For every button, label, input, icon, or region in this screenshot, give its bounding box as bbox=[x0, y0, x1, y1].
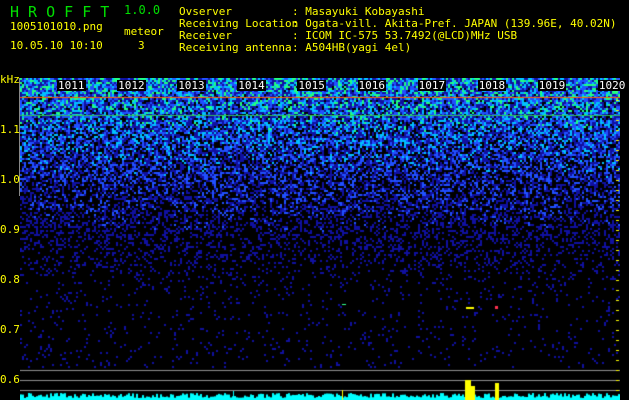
time-tick-label: 1019 bbox=[537, 79, 567, 92]
freq-tick-label: 0.7 bbox=[0, 323, 20, 336]
time-tick-label: 1013 bbox=[177, 79, 206, 92]
time-tick-label: 1016 bbox=[357, 79, 386, 92]
meteor-count: 3 bbox=[138, 39, 145, 52]
filename: 1005101010.png bbox=[10, 20, 103, 33]
time-tick-label: 1020 bbox=[597, 79, 627, 92]
app-version: 1.0.0 bbox=[124, 3, 161, 17]
info-value: : A504HB(yagi 4el) bbox=[292, 41, 412, 54]
time-tick-label: 1017 bbox=[417, 79, 447, 92]
freq-tick-label: 0.9 bbox=[0, 223, 20, 236]
meteor-label: meteor bbox=[124, 25, 164, 38]
freq-tick-label: 0.8 bbox=[0, 273, 20, 286]
time-tick-label: 1018 bbox=[477, 79, 507, 92]
time-tick-label: 1012 bbox=[117, 79, 146, 92]
freq-tick-label: 0.6 bbox=[0, 373, 20, 386]
time-tick-label: 1015 bbox=[297, 79, 326, 92]
datetime: 10.05.10 10:10 bbox=[10, 39, 103, 52]
info-label: Receiving antenna bbox=[179, 41, 292, 54]
spectrogram bbox=[20, 78, 620, 400]
freq-tick-label: 1.0 bbox=[0, 173, 20, 186]
freq-tick-label: 1.1 bbox=[0, 123, 20, 136]
time-tick-label: 1011 bbox=[57, 79, 86, 92]
time-tick-label: 1014 bbox=[237, 79, 266, 92]
app-name: H R O F F T bbox=[10, 3, 110, 21]
unit-label: kHz bbox=[0, 73, 20, 86]
